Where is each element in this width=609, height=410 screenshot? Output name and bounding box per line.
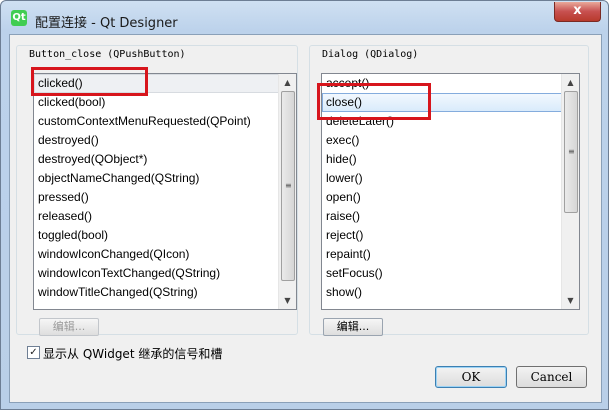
scroll-up-arrow-icon[interactable]: ▲ <box>279 74 296 91</box>
slot-item[interactable]: raise() <box>322 207 562 226</box>
scroll-up-arrow-icon[interactable]: ▲ <box>562 74 579 91</box>
scrollbar-thumb[interactable]: ≡ <box>281 91 295 281</box>
signal-item[interactable]: objectNameChanged(QString) <box>34 169 279 188</box>
signal-edit-button[interactable]: 编辑... <box>39 318 99 336</box>
slot-item[interactable]: open() <box>322 188 562 207</box>
slot-edit-button[interactable]: 编辑... <box>323 318 383 336</box>
cancel-button[interactable]: Cancel <box>516 366 587 388</box>
grip-icon: ≡ <box>568 147 575 156</box>
qt-app-icon: Qt <box>11 10 27 26</box>
slot-item[interactable]: repaint() <box>322 245 562 264</box>
grip-icon: ≡ <box>285 181 292 190</box>
ok-button[interactable]: OK <box>435 366 507 388</box>
signal-item[interactable]: pressed() <box>34 188 279 207</box>
slot-group-title: Dialog (QDialog) <box>322 49 419 60</box>
signal-item[interactable]: windowIconTextChanged(QString) <box>34 264 279 283</box>
window-close-button[interactable]: x <box>554 2 601 22</box>
signal-group-title: Button_close (QPushButton) <box>29 49 186 60</box>
scroll-down-arrow-icon[interactable]: ▼ <box>279 292 296 309</box>
slot-item[interactable]: setFocus() <box>322 264 562 283</box>
signal-list-scrollbar[interactable]: ▲ ≡ ▼ <box>278 74 296 309</box>
signal-item[interactable]: released() <box>34 207 279 226</box>
window-title: 配置连接 - Qt Designer <box>35 16 178 31</box>
signal-item[interactable]: windowTitleChanged(QString) <box>34 283 279 302</box>
slot-list-scrollbar[interactable]: ▲ ≡ ▼ <box>561 74 579 309</box>
signal-item[interactable]: destroyed() <box>34 131 279 150</box>
scrollbar-thumb[interactable]: ≡ <box>564 91 578 213</box>
slot-item[interactable]: reject() <box>322 226 562 245</box>
dialog-window: Qt 配置连接 - Qt Designer x Button_close (QP… <box>0 0 609 410</box>
annotation-highlight-slot <box>317 83 431 120</box>
show-inherited-checkbox[interactable]: ✓ <box>27 346 40 359</box>
slot-item[interactable]: lower() <box>322 169 562 188</box>
signal-item[interactable]: windowIconChanged(QIcon) <box>34 245 279 264</box>
signal-item[interactable]: toggled(bool) <box>34 226 279 245</box>
slot-item[interactable]: hide() <box>322 150 562 169</box>
title-bar[interactable]: Qt 配置连接 - Qt Designer x <box>1 1 608 35</box>
slot-item[interactable]: show() <box>322 283 562 302</box>
slot-item[interactable]: exec() <box>322 131 562 150</box>
scroll-down-arrow-icon[interactable]: ▼ <box>562 292 579 309</box>
annotation-highlight-signal <box>31 67 148 96</box>
signal-item[interactable]: destroyed(QObject*) <box>34 150 279 169</box>
signal-item[interactable]: customContextMenuRequested(QPoint) <box>34 112 279 131</box>
signal-list[interactable]: clicked() clicked(bool) customContextMen… <box>33 73 297 310</box>
show-inherited-label: 显示从 QWidget 继承的信号和槽 <box>43 347 223 361</box>
